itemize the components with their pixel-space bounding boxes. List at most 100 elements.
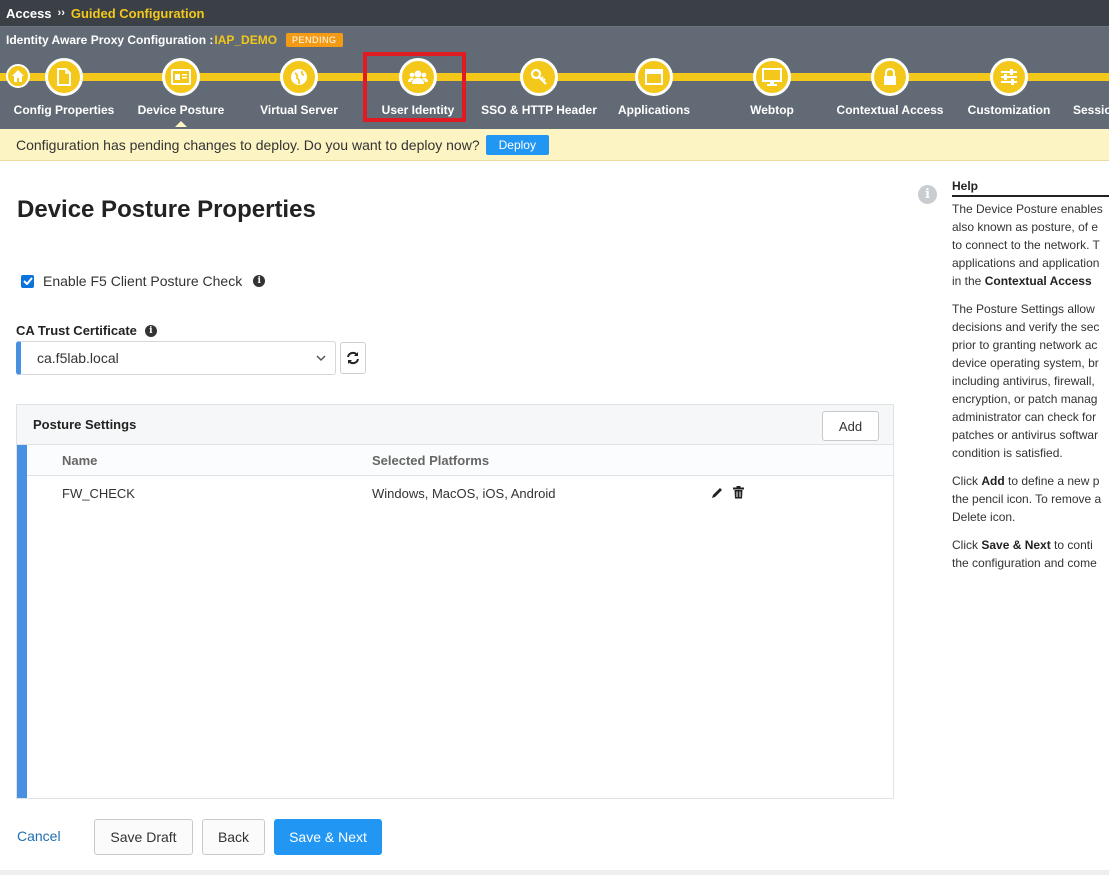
help-text: in the — [952, 274, 985, 288]
step-config-properties[interactable]: Config Properties — [4, 58, 124, 117]
config-name: IAP_DEMO — [214, 33, 278, 47]
breadcrumb-separator: ›› — [57, 7, 65, 19]
help-line: also known as posture, of e — [952, 220, 1099, 234]
ca-trust-label: CA Trust Certificate — [16, 323, 137, 338]
help-info-icon: i — [918, 185, 937, 204]
step-label: Contextual Access — [836, 103, 944, 117]
id-card-icon — [162, 58, 200, 96]
step-virtual-server[interactable]: Virtual Server — [239, 58, 359, 117]
table-header: Name Selected Platforms — [27, 445, 893, 476]
lock-icon — [871, 58, 909, 96]
enable-posture-label: Enable F5 Client Posture Check — [43, 273, 243, 289]
help-line: prior to granting network ac — [952, 338, 1098, 352]
info-icon[interactable]: i — [144, 324, 157, 337]
deploy-button[interactable]: Deploy — [485, 134, 549, 155]
help-line: the pencil icon. To remove a — [952, 492, 1102, 506]
save-draft-button[interactable]: Save Draft — [94, 819, 193, 855]
step-contextual-access[interactable]: Contextual Access — [830, 58, 950, 117]
config-title-prefix: Identity Aware Proxy Configuration : — [6, 33, 214, 47]
step-label: Webtop — [750, 103, 794, 117]
help-line: The Posture Settings allow — [952, 302, 1095, 316]
help-text: to define a new p — [1004, 474, 1100, 488]
help-text: to conti — [1050, 538, 1093, 552]
document-icon — [45, 58, 83, 96]
page-title: Device Posture Properties — [17, 196, 316, 223]
help-text: Click — [952, 474, 982, 488]
step-device-posture[interactable]: Device Posture — [121, 58, 241, 127]
window-icon — [635, 58, 673, 96]
help-paragraph-3: Click Add to define a new p the pencil i… — [952, 472, 1109, 526]
step-label: Config Properties — [13, 103, 115, 117]
step-webtop[interactable]: Webtop — [712, 58, 832, 117]
posture-settings-title: Posture Settings — [17, 405, 893, 445]
sliders-icon — [990, 58, 1028, 96]
help-line: device operating system, br — [952, 356, 1099, 370]
help-bold: Save & Next — [981, 538, 1051, 552]
chevron-down-icon — [316, 355, 326, 362]
bottom-border — [0, 870, 1109, 875]
step-label: Sessio — [1073, 103, 1109, 117]
help-line: including antivirus, firewall, — [952, 374, 1095, 388]
help-line: the configuration and come — [952, 556, 1097, 570]
pencil-icon[interactable] — [711, 486, 724, 499]
enable-posture-checkbox[interactable] — [21, 274, 34, 288]
step-label: Virtual Server — [260, 103, 338, 117]
step-label: Device Posture — [137, 103, 225, 117]
globe-icon — [280, 58, 318, 96]
help-line: encryption, or patch manag — [952, 392, 1098, 406]
step-label: Applications — [617, 103, 690, 117]
step-session[interactable]: Sessio — [1070, 58, 1109, 117]
help-line: in the Contextual Access — [952, 272, 1109, 290]
wizard-steps: Config Properties Device Posture Virtual… — [0, 53, 1109, 129]
pending-banner: Configuration has pending changes to dep… — [0, 129, 1109, 161]
row-name: FW_CHECK — [62, 486, 135, 501]
highlight-box — [363, 52, 466, 122]
help-line: administrator can check for — [952, 410, 1097, 424]
help-line: to connect to the network. T — [952, 238, 1100, 252]
step-sso-http-header[interactable]: SSO & HTTP Header — [479, 58, 599, 117]
column-name[interactable]: Name — [62, 453, 97, 468]
ca-trust-value: ca.f5lab.local — [37, 350, 119, 366]
help-line: decisions and verify the sec — [952, 320, 1100, 334]
help-line: patches or antivirus softwar — [952, 428, 1099, 442]
row-platforms: Windows, MacOS, iOS, Android — [372, 486, 556, 501]
table-row[interactable]: FW_CHECK Windows, MacOS, iOS, Android — [27, 477, 893, 509]
enable-posture-check-row: Enable F5 Client Posture Check i — [21, 273, 266, 289]
config-title-bar: Identity Aware Proxy Configuration : IAP… — [0, 27, 1109, 53]
breadcrumb-root[interactable]: Access — [6, 6, 52, 21]
posture-settings-panel: Posture Settings Add Name Selected Platf… — [16, 404, 894, 799]
help-line: Delete icon. — [952, 510, 1016, 524]
monitor-icon — [753, 58, 791, 96]
step-label: SSO & HTTP Header — [481, 103, 597, 117]
help-line: Click Save & Next to conti — [952, 536, 1109, 554]
help-line: applications and application — [952, 256, 1100, 270]
help-line: Click Add to define a new p — [952, 472, 1109, 490]
step-applications[interactable]: Applications — [594, 58, 714, 117]
save-next-button[interactable]: Save & Next — [274, 819, 382, 855]
breadcrumb-current[interactable]: Guided Configuration — [71, 6, 205, 21]
active-step-caret — [175, 121, 187, 127]
selection-stripe — [17, 445, 27, 798]
back-button[interactable]: Back — [202, 819, 265, 855]
refresh-button[interactable] — [340, 342, 366, 374]
help-bold: Add — [981, 474, 1005, 488]
help-paragraph-4: Click Save & Next to conti the configura… — [952, 536, 1109, 572]
ca-trust-label-row: CA Trust Certificate i — [16, 323, 157, 338]
column-selected-platforms[interactable]: Selected Platforms — [372, 453, 489, 468]
key-icon — [520, 58, 558, 96]
help-line: The Device Posture enables — [952, 202, 1103, 216]
help-text: Click — [952, 538, 982, 552]
help-line: condition is satisfied. — [952, 446, 1063, 460]
info-icon[interactable]: i — [253, 275, 266, 287]
ca-trust-select[interactable]: ca.f5lab.local — [16, 341, 336, 375]
help-bold: Contextual Access — [984, 274, 1092, 288]
status-badge: PENDING — [286, 33, 343, 47]
refresh-icon — [347, 351, 359, 365]
add-posture-button[interactable]: Add — [822, 411, 879, 441]
help-paragraph-1: The Device Posture enables also known as… — [952, 200, 1109, 290]
cancel-link[interactable]: Cancel — [17, 828, 61, 844]
step-customization[interactable]: Customization — [949, 58, 1069, 117]
banner-message: Configuration has pending changes to dep… — [16, 136, 480, 153]
help-heading: Help — [952, 177, 1109, 197]
trash-icon[interactable] — [733, 486, 744, 499]
